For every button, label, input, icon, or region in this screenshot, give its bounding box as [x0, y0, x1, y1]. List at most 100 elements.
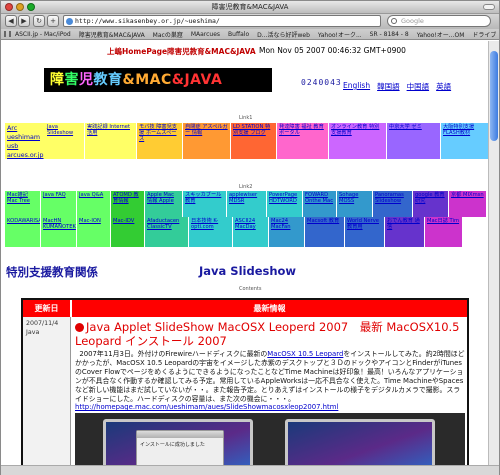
site-icon	[66, 18, 73, 25]
bookmark-item[interactable]: D...活なら好評web	[253, 30, 314, 39]
search-placeholder: Google	[401, 17, 424, 25]
link2-row-2: KODAWARISANMacHN KUMANOTEKMac-IONMac-IDV…	[5, 217, 463, 247]
link1-label: Link1	[239, 115, 253, 121]
nav-link-cell[interactable]: PowerPage HDTWORD	[267, 191, 303, 217]
add-bookmark-button[interactable]: +	[47, 15, 59, 27]
article-title-text[interactable]: Java Applet SlideShow MacOSX Leoperd 200…	[75, 320, 460, 348]
quick-link[interactable]: ueshimam	[5, 132, 45, 141]
nav-link-cell[interactable]: モバ技 障害児支援 ホームスペース	[137, 123, 183, 159]
monitor-photo-right	[285, 419, 435, 465]
nav-link-cell[interactable]: ATOMD 教育情報	[111, 191, 145, 217]
leopard-screen: インストールに成功しました	[106, 422, 250, 465]
nav-link-cell[interactable]: Mac-IDV	[111, 217, 145, 247]
nav-link-cell[interactable]: LD STATION 特別支援 ブログ	[231, 123, 277, 159]
current-datetime: Mon Nov 05 2007 00:46:32 GMT+0900	[259, 46, 406, 55]
search-field[interactable]: Google	[387, 15, 491, 27]
nav-link-cell[interactable]: 京都 MIXmsn	[449, 191, 487, 217]
bookmark-item[interactable]: SR - 8184 - 8	[366, 31, 413, 38]
bookmarks-book-icon[interactable]	[4, 31, 6, 37]
banner-char: 害	[64, 72, 79, 88]
nav-link-cell[interactable]: 自閉症 アスペルガー 情報	[183, 123, 231, 159]
nav-link-cell[interactable]: Panoramas Slideshow	[373, 191, 413, 217]
bookmark-item[interactable]: 障害児教育&MAC&JAVA	[75, 30, 149, 39]
nav-link-cell[interactable]: おでん教育 通信	[385, 217, 425, 247]
search-icon	[391, 18, 397, 24]
article-photo: インストールに成功しました	[75, 413, 465, 465]
vertical-scrollbar[interactable]	[488, 41, 499, 465]
quick-link[interactable]: arcues.or.jp	[5, 150, 45, 159]
nav-link-cell[interactable]: ASCII24 MacDay	[233, 217, 269, 247]
quick-link[interactable]: Arc	[5, 123, 45, 132]
nav-link-cell[interactable]: KODAWARISAN	[5, 217, 41, 247]
nav-link-cell[interactable]: 中京大学 ゼミ	[387, 123, 441, 159]
link1-quick-links: Arc ueshimam usb arcues.or.jp	[5, 123, 45, 159]
window-title: 障害児教育&MAC&JAVA	[211, 3, 289, 11]
nav-link-cell[interactable]: FOWARD Onthe Mac	[303, 191, 337, 217]
banner-char: &MAC	[122, 72, 172, 88]
bookmark-item[interactable]: Macの巣窟	[149, 30, 187, 39]
dialog-message: インストールに成功しました	[140, 442, 205, 449]
leopard-screen	[288, 422, 432, 465]
lang-link[interactable]: English	[343, 81, 370, 92]
nav-link-cell[interactable]: Mac-ION	[77, 217, 111, 247]
banner-char: 障	[50, 72, 65, 88]
nav-link-cell[interactable]: Java Slideshow	[45, 123, 85, 159]
scrollbar-thumb[interactable]	[490, 51, 498, 141]
nav-link-cell[interactable]: Sohage MOSS	[337, 191, 373, 217]
banner-char: 教育	[93, 72, 123, 88]
section-title: 特別支援教育関係	[6, 265, 98, 279]
news-table: 更新日 最新情報 2007/11/4 Java Java Applet Slid…	[21, 298, 469, 465]
bookmark-item[interactable]: MAarcues	[187, 31, 224, 38]
article-body-link[interactable]: MacOSX 10.5 Leopard	[267, 350, 343, 358]
nav-link-cell[interactable]: スキッカブール 教育	[183, 191, 227, 217]
nav-link-cell[interactable]: 大阪特別支援 FLASH教材	[441, 123, 488, 159]
dialog-titlebar	[137, 431, 223, 439]
nav-link-cell[interactable]: Java FAQ	[41, 191, 77, 217]
section-subtitle[interactable]: Java Slideshow	[199, 264, 296, 278]
nav-link-cell[interactable]: Mac雑記 Mac Tree	[5, 191, 41, 217]
bookmark-item[interactable]: Yahoo!オー...OM	[413, 30, 469, 39]
banner-char: 児	[79, 72, 94, 88]
site-banner: 障害児教育&MAC&JAVA	[44, 68, 272, 92]
toolbar-toggle-button[interactable]	[483, 4, 495, 10]
browser-window: 障害児教育&MAC&JAVA ◀ ▶ ↻ + http://www.sikase…	[0, 0, 500, 475]
lang-link[interactable]: 英語	[436, 81, 451, 92]
lang-link[interactable]: 韓国語	[377, 81, 400, 92]
nav-link-cell[interactable]: 発達障害 福祉 教育 ポータル	[277, 123, 329, 159]
banner-char: &JAVA	[171, 72, 223, 88]
nav-link-cell[interactable]: Mac24 MacFan	[269, 217, 305, 247]
nav-link-cell[interactable]: 実践記録 Internet活用	[85, 123, 137, 159]
forward-button[interactable]: ▶	[18, 15, 30, 27]
nav-link-cell[interactable]: Afaductacen ClassicTV	[145, 217, 189, 247]
reload-button[interactable]: ↻	[33, 15, 45, 27]
bookmark-item[interactable]: Yahoo!オーク...	[314, 30, 366, 39]
monitor-photo-left: インストールに成功しました	[103, 419, 253, 465]
nav-link-cell[interactable]: オンライン教育 特別支援教育	[329, 123, 387, 159]
quick-link[interactable]: usb	[5, 141, 45, 150]
news-article: Java Applet SlideShow MacOSX Leoperd 200…	[75, 320, 465, 465]
back-button[interactable]: ◀	[5, 15, 17, 27]
article-title[interactable]: Java Applet SlideShow MacOSX Leoperd 200…	[75, 320, 465, 348]
bookmark-item[interactable]: ドライブ	[468, 30, 499, 39]
nav-link-cell[interactable]: Java Q&A	[77, 191, 111, 217]
bookmark-item[interactable]: Buffalo	[224, 31, 253, 38]
bookmark-item[interactable]: ASCII.jp - Mac/iPod	[11, 31, 75, 38]
web-page: 上嶋HomePage障害児教育&MAC&JAVA Mon Nov 05 2007…	[1, 41, 488, 465]
article-url-link[interactable]: http://homepage.mac.com/ueshimam/aues/Sl…	[75, 403, 465, 411]
nav-link-cell[interactable]: MacHN KUMANOTEK	[41, 217, 77, 247]
lang-link[interactable]: 中国語	[407, 81, 430, 92]
nav-link-cell[interactable]: applewiser MDSR	[227, 191, 267, 217]
language-links: English 韓国語 中国語 英語	[343, 81, 451, 92]
nav-link-cell[interactable]: Mac日誌 Tim	[425, 217, 463, 247]
article-body-text: 2007年11月3日。外付けのFirewireハードディスクに最新の	[79, 350, 268, 358]
nav-link-cell[interactable]: 日本技術 K-opti.com	[189, 217, 233, 247]
nav-link-cell[interactable]: Apple Mac 情報 Apple	[145, 191, 183, 217]
nav-link-cell[interactable]: Macsoft 教育	[305, 217, 345, 247]
update-date: 2007/11/4	[26, 320, 59, 327]
bookmarks-bar: ASCII.jp - Mac/iPod 障害児教育&MAC&JAVA Macの巣…	[1, 29, 499, 40]
address-bar[interactable]: http://www.sikasenbey.or.jp/~ueshima/	[63, 15, 381, 27]
contents-label: Contents	[239, 286, 262, 292]
nav-link-cell[interactable]: google 教育研究	[413, 191, 449, 217]
toolbar: ◀ ▶ ↻ + http://www.sikasenbey.or.jp/~ues…	[1, 14, 499, 29]
nav-link-cell[interactable]: World Nerve 教育用	[345, 217, 385, 247]
